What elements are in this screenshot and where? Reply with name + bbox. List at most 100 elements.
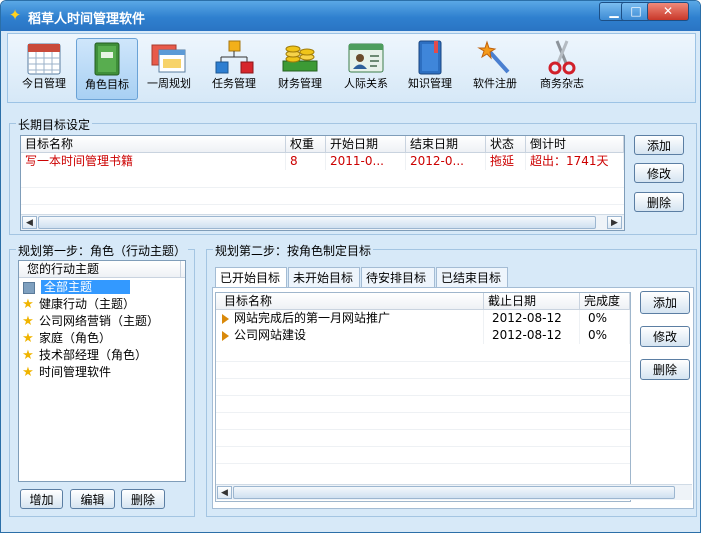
edit-role-goal-button[interactable]: 修改: [640, 326, 690, 347]
main-window: ✦ 稻草人时间管理软件 ▁ □ ✕ 今日管理 角色目标 一周规划 任务管理 财务…: [0, 0, 701, 533]
all-themes-icon: [23, 281, 35, 294]
windows-icon: [149, 39, 189, 77]
goal-deadline: 2012-08-12: [484, 327, 580, 344]
toolbar-knowledge-button[interactable]: 知识管理: [400, 38, 460, 98]
hierarchy-icon: [214, 39, 254, 77]
column-header[interactable]: 目标名称: [216, 293, 484, 309]
grid-line: [216, 412, 630, 413]
column-header[interactable]: 开始日期: [326, 136, 406, 152]
column-header[interactable]: 状态: [486, 136, 526, 152]
delete-role-goal-button[interactable]: 删除: [640, 359, 690, 380]
list-item-label: 健康行动（主题）: [39, 297, 136, 311]
toolbar-label: 角色目标: [85, 78, 129, 91]
list-item-label: 全部主题: [41, 280, 131, 294]
list-item[interactable]: ★ 公司网络营销（主题）: [19, 313, 185, 330]
goal-name: 写一本时间管理书籍: [21, 153, 286, 170]
list-item-content: ★ 时间管理软件: [19, 364, 185, 381]
goal-countdown: 超出：1741天: [526, 153, 624, 170]
grid-line: [216, 378, 630, 379]
toolbar-label: 商务杂志: [540, 77, 584, 90]
long-term-goals-title: 长期目标设定: [16, 116, 93, 133]
tab-not-started-goals[interactable]: 未开始目标: [288, 267, 360, 287]
toolbar-today-button[interactable]: 今日管理: [14, 38, 74, 98]
main-toolbar: 今日管理 角色目标 一周规划 任务管理 财务管理 人际关系 知识管理 软件注册 …: [7, 33, 696, 103]
grid-line: [21, 204, 624, 205]
long-term-horizontal-scrollbar[interactable]: ◀ ▶: [21, 214, 624, 230]
scroll-thumb[interactable]: [233, 486, 675, 499]
tab-finished-goals[interactable]: 已结束目标: [436, 267, 508, 287]
tab-pending-goals[interactable]: 待安排目标: [361, 267, 435, 287]
toolbar-label: 软件注册: [473, 77, 517, 90]
delete-theme-button[interactable]: 删除: [121, 489, 165, 509]
grid-line: [216, 463, 630, 464]
grid-line: [216, 429, 630, 430]
add-long-term-goal-button[interactable]: 添加: [634, 135, 684, 155]
table-header: 目标名称 截止日期 完成度: [216, 293, 630, 310]
goals-tab-panel: 目标名称 截止日期 完成度 网站完成后的第一月网站推广 2012-08-12 0…: [212, 287, 694, 509]
edit-theme-button[interactable]: 编辑: [70, 489, 115, 509]
table-row[interactable]: 公司网站建设 2012-08-12 0%: [216, 327, 630, 344]
action-themes-list[interactable]: 您的行动主题 全部主题 ★ 健康行动（主题） ★ 公司网络营销（主题） ★ 家庭（角色…: [18, 260, 186, 482]
tab-started-goals[interactable]: 已开始目标: [215, 267, 287, 288]
scroll-right-arrow-icon[interactable]: ▶: [607, 216, 622, 229]
title-bar[interactable]: ✦ 稻草人时间管理软件 ▁ □ ✕: [1, 1, 700, 31]
list-item[interactable]: ★ 家庭（角色）: [19, 330, 185, 347]
long-term-goals-table[interactable]: 目标名称 权重 开始日期 结束日期 状态 倒计时 写一本时间管理书籍 8 201…: [20, 135, 625, 231]
toolbar-register-button[interactable]: 软件注册: [465, 38, 525, 98]
table-row[interactable]: 写一本时间管理书籍 8 2011-0... 2012-0... 拖延 超出：17…: [21, 153, 624, 170]
step1-group: 规划第一步：角色（行动主题） 您的行动主题 全部主题 ★ 健康行动（主题） ★ 公司…: [9, 242, 195, 517]
list-item-content: ★ 技术部经理（角色）: [19, 347, 185, 364]
column-header[interactable]: 截止日期: [484, 293, 580, 309]
goal-start-date: 2011-0...: [326, 153, 406, 170]
star-icon: ★: [22, 348, 34, 363]
coins-icon: [280, 39, 320, 77]
star-icon: ★: [22, 314, 34, 329]
add-theme-button[interactable]: 增加: [20, 489, 63, 509]
scroll-left-arrow-icon[interactable]: ◀: [22, 216, 37, 229]
list-item-content: ★ 家庭（角色）: [19, 330, 185, 347]
column-header[interactable]: 完成度: [580, 293, 630, 309]
column-header[interactable]: 权重: [286, 136, 326, 152]
role-goals-table[interactable]: 目标名称 截止日期 完成度 网站完成后的第一月网站推广 2012-08-12 0…: [215, 292, 631, 502]
scroll-thumb[interactable]: [38, 216, 596, 229]
list-item-label: 公司网络营销（主题）: [39, 314, 160, 328]
app-logo-icon: ✦: [8, 6, 22, 24]
column-header[interactable]: 倒计时: [526, 136, 624, 152]
toolbar-label: 知识管理: [408, 77, 452, 90]
table-row[interactable]: 网站完成后的第一月网站推广 2012-08-12 0%: [216, 310, 630, 327]
goal-end-date: 2012-0...: [406, 153, 486, 170]
close-button[interactable]: ✕: [647, 2, 689, 21]
expand-arrow-icon: [222, 313, 229, 324]
list-item[interactable]: ★ 技术部经理（角色）: [19, 347, 185, 364]
grid-line: [21, 187, 624, 188]
toolbar-finance-button[interactable]: 财务管理: [270, 38, 330, 98]
toolbar-relationships-button[interactable]: 人际关系: [336, 38, 396, 98]
toolbar-weekly-plan-button[interactable]: 一周规划: [139, 38, 199, 98]
column-header[interactable]: 目标名称: [21, 136, 286, 152]
list-item[interactable]: ★ 时间管理软件: [19, 364, 185, 381]
toolbar-role-goals-button[interactable]: 角色目标: [76, 38, 138, 100]
long-term-goals-group: 长期目标设定 目标名称 权重 开始日期 结束日期 状态 倒计时 写一本时间管理书…: [9, 116, 697, 235]
list-item-label: 时间管理软件: [39, 365, 112, 379]
toolbar-task-button[interactable]: 任务管理: [204, 38, 264, 98]
window-title: 稻草人时间管理软件: [28, 12, 146, 27]
goal-name: 网站完成后的第一月网站推广: [216, 310, 484, 327]
toolbar-label: 一周规划: [147, 77, 191, 90]
step2-group: 规划第二步：按角色制定目标 已开始目标 未开始目标 待安排目标 已结束目标 目标…: [206, 242, 697, 517]
step2-title: 规划第二步：按角色制定目标: [213, 242, 374, 259]
add-role-goal-button[interactable]: 添加: [640, 291, 690, 314]
list-item[interactable]: 全部主题: [19, 279, 185, 296]
calendar-icon: [24, 39, 64, 77]
goal-progress: 0%: [580, 327, 630, 344]
role-goals-horizontal-scrollbar[interactable]: ◀: [216, 484, 692, 500]
list-item[interactable]: ★ 健康行动（主题）: [19, 296, 185, 313]
edit-long-term-goal-button[interactable]: 修改: [634, 163, 684, 183]
toolbar-magazine-button[interactable]: 商务杂志: [532, 38, 592, 98]
column-header[interactable]: 结束日期: [406, 136, 486, 152]
scroll-left-arrow-icon[interactable]: ◀: [217, 486, 232, 499]
list-item-content: ★ 健康行动（主题）: [19, 296, 185, 313]
expand-arrow-icon: [222, 330, 229, 341]
delete-long-term-goal-button[interactable]: 删除: [634, 192, 684, 212]
table-header: 目标名称 权重 开始日期 结束日期 状态 倒计时: [21, 136, 624, 153]
goal-name-text: 网站完成后的第一月网站推广: [234, 311, 391, 325]
